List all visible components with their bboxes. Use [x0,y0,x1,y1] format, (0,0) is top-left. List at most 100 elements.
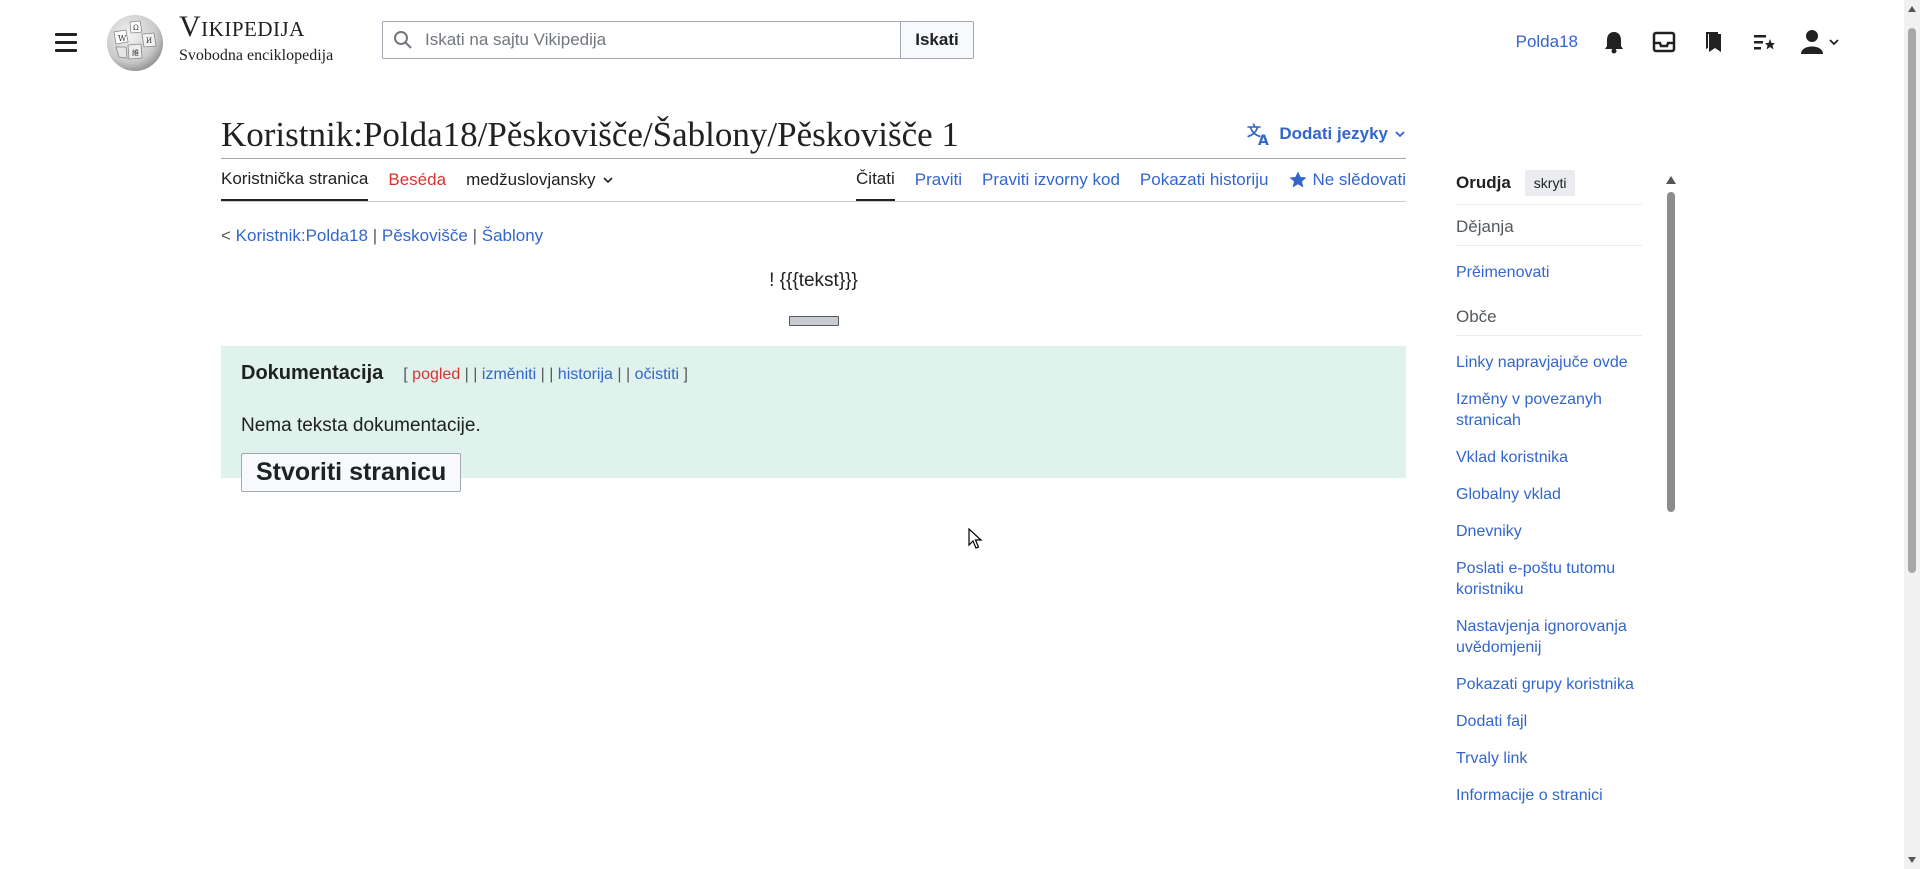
search-bar: Iskati [382,21,974,59]
inbox-icon[interactable] [1650,28,1678,56]
separator: | [549,366,554,383]
tools-item[interactable]: Izměny v povezanyh stranicah [1456,389,1642,431]
bell-icon[interactable] [1600,28,1628,56]
tools-item[interactable]: Globalny vklad [1456,484,1642,505]
tools-item[interactable]: Trvaly link [1456,748,1642,769]
menu-line [55,40,77,44]
bracket: ] [683,366,688,383]
tools-item[interactable]: Linky napravjajuče ovde [1456,352,1642,373]
menu-line [55,48,77,52]
page-tabs: Koristnička stranica Beséda medžuslovjan… [221,159,1406,202]
unwatch-label: Ne slědovati [1312,170,1406,189]
bracket: [ [403,366,408,383]
breadcrumb-link-user[interactable]: Koristnik:Polda18 [236,226,368,245]
watchlist-icon[interactable] [1700,28,1728,56]
template-bar [788,316,839,326]
main-menu-button[interactable] [52,28,80,56]
template-text: ! {{{tekst}}} [769,270,858,291]
header: W Ω И 維 Vikipedija Svobodna enciklopedij… [0,0,1920,84]
tab-edit[interactable]: Praviti [915,159,962,201]
svg-text:維: 維 [132,48,139,57]
breadcrumb-link-templates[interactable]: Šablony [482,226,543,245]
username-link[interactable]: Polda18 [1516,32,1578,52]
search-box[interactable] [382,21,900,59]
tools-item[interactable]: Vklad koristnika [1456,447,1642,468]
separator: | [473,366,478,383]
add-languages-button[interactable]: 文 A Dodati jezyky [1247,122,1406,146]
wordmark[interactable]: Vikipedija Svobodna enciklopedija [179,10,333,66]
documentation-header: Dokumentacija [ pogled | | izměniti | | … [241,362,1386,385]
documentation-box: Dokumentacija [ pogled | | izměniti | | … [221,346,1406,492]
language-variant-label: medžuslovjansky [466,170,596,189]
tools-sidebar: Orudja skryti Dějanja Prěimenovati Obče … [1456,170,1642,806]
chevron-down-icon [1395,131,1405,138]
separator: | [464,366,469,383]
main-content: Koristnik:Polda18/Pěskovišče/Šablony/Pěs… [221,112,1406,492]
separator: | [540,366,545,383]
hide-tools-button[interactable]: skryti [1524,170,1576,196]
tools-item-rename[interactable]: Prěimenovati [1456,262,1642,283]
tools-scrollbar[interactable] [1666,176,1676,869]
breadcrumb-prefix: < [221,226,231,245]
search-input[interactable] [423,29,867,51]
tools-section-general: Obče [1456,295,1642,336]
svg-text:Ω: Ω [133,24,139,32]
chevron-down-icon [602,177,613,184]
namespace-tabs: Koristnička stranica Beséda medžuslovjan… [221,159,614,201]
tools-section-actions: Dějanja [1456,205,1642,246]
separator: | [626,366,631,383]
breadcrumb: < Koristnik:Polda18 | Pěskovišče | Šablo… [221,226,1406,246]
svg-text:И: И [146,37,152,45]
menu-line [55,32,77,36]
doc-purge-link[interactable]: očistiti [635,366,679,383]
star-icon [1289,171,1307,188]
search-icon [394,31,412,49]
tab-history[interactable]: Pokazati historiju [1140,159,1269,201]
tab-unwatch[interactable]: Ne slědovati [1288,159,1406,201]
page-scrollbar[interactable] [1904,0,1920,869]
wikipedia-globe-logo[interactable]: W Ω И 維 [104,12,168,72]
documentation-links: [ pogled | | izměniti | | historija | | … [403,366,688,384]
tools-item[interactable]: Dnevniky [1456,521,1642,542]
tab-language-variant[interactable]: medžuslovjansky [466,159,613,201]
doc-edit-link[interactable]: izměniti [482,366,536,383]
no-documentation-text: Nema teksta dokumentacije. [241,415,481,436]
breadcrumb-separator: | [372,226,378,245]
svg-text:W: W [118,34,127,43]
site-tagline: Svobodna enciklopedija [179,47,334,64]
svg-text:A: A [1258,133,1269,146]
tab-talk[interactable]: Beséda [388,159,446,201]
scrollbar-thumb[interactable] [1667,192,1675,512]
separator: | [617,366,622,383]
search-button[interactable]: Iskati [900,21,974,59]
scroll-up-arrow[interactable] [1908,6,1916,12]
tools-item[interactable]: Informacije o stranici [1456,785,1642,806]
tools-title: Orudja [1456,173,1511,192]
mouse-cursor-icon [968,527,984,555]
documentation-title: Dokumentacija [241,362,384,384]
user-menu-icon[interactable] [1800,28,1840,56]
scrollbar-thumb[interactable] [1908,28,1916,573]
scroll-up-arrow[interactable] [1666,176,1676,184]
add-languages-label: Dodati jezyky [1279,124,1388,143]
translate-icon: 文 A [1247,123,1269,146]
doc-history-link[interactable]: historija [558,366,613,383]
tools-header: Orudja skryti [1456,170,1642,205]
contributions-icon[interactable] [1750,28,1778,56]
tab-user-page[interactable]: Koristnička stranica [221,159,369,201]
tab-edit-source[interactable]: Praviti izvorny kod [982,159,1120,201]
view-tabs: Čitati Praviti Praviti izvorny kod Pokaz… [856,159,1406,201]
doc-view-link[interactable]: pogled [412,366,460,383]
site-name: Vikipedija [179,10,305,43]
tools-item[interactable]: Pokazati grupy koristnika [1456,674,1642,695]
scroll-down-arrow[interactable] [1908,857,1916,863]
tools-item[interactable]: Dodati fajl [1456,711,1642,732]
user-tools: Polda18 [1516,24,1840,60]
title-row: Koristnik:Polda18/Pěskovišče/Šablony/Pěs… [221,112,1406,159]
create-page-button[interactable]: Stvoriti stranicu [241,453,462,492]
tools-item[interactable]: Poslati e-poštu tutomu koristniku [1456,558,1642,600]
page-title: Koristnik:Polda18/Pěskovišče/Šablony/Pěs… [221,115,959,154]
tab-read[interactable]: Čitati [856,159,895,201]
breadcrumb-link-sandbox[interactable]: Pěskovišče [382,226,468,245]
tools-item[interactable]: Nastavjenja ignorovanja uvědomjenij [1456,616,1642,658]
